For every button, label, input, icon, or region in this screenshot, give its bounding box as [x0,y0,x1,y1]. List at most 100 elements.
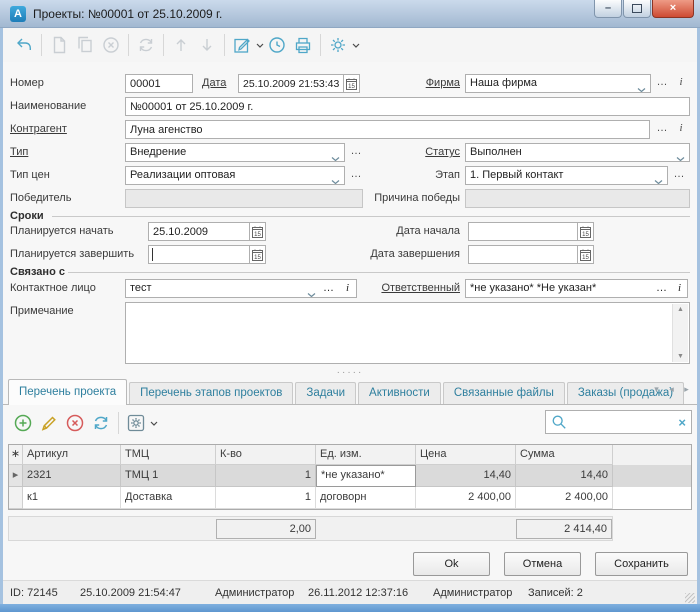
status-combo[interactable]: Выполнен [465,143,690,162]
cell-tmc[interactable]: ТМЦ 1 [121,465,216,487]
column-header-summa[interactable]: Сумма [516,445,613,465]
scroll-up-icon[interactable]: ▲ [673,306,688,313]
etap-ellipsis-button[interactable]: … [671,166,687,185]
tip-ellipsis-button[interactable]: … [348,143,364,162]
chevron-down-icon[interactable] [307,287,316,298]
save-button[interactable]: Сохранить [595,552,688,576]
scroll-down-icon[interactable]: ▼ [673,353,688,360]
dropdown-caret-icon[interactable] [352,43,360,48]
chevron-down-icon[interactable] [331,151,340,162]
grid-settings-button[interactable] [123,410,149,436]
splitter-handle[interactable]: ····· [0,369,700,377]
plan-end-field[interactable] [148,245,250,264]
date-start-field[interactable] [468,222,578,241]
search-box[interactable]: × [545,410,692,434]
resize-grip[interactable] [685,593,695,603]
search-clear-icon[interactable]: × [678,415,686,430]
column-header-kvo[interactable]: К-во [216,445,316,465]
history-button[interactable] [264,32,290,58]
close-button[interactable]: × [652,0,694,18]
delete-row-button[interactable] [62,410,88,436]
chevron-down-icon[interactable] [331,174,340,185]
tip-combo[interactable]: Внедрение [125,143,345,162]
label-tip-link[interactable]: Тип [10,143,28,161]
cell-kvo[interactable]: 1 [216,465,316,487]
date-end-field[interactable] [468,245,578,264]
cell-artikul[interactable]: 2321 [23,465,121,487]
tab-scroll-right-icon[interactable]: ▸ [679,382,694,396]
cell-cena[interactable]: 14,40 [416,465,516,487]
cell-kvo[interactable]: 1 [216,487,316,509]
cell-tmc[interactable]: Доставка [121,487,216,509]
kontakt-info-button[interactable]: i [346,280,349,297]
label-kontragent-link[interactable]: Контрагент [10,120,67,138]
label-status-link[interactable]: Статус [400,143,460,161]
nomer-field[interactable] [125,74,193,93]
back-button[interactable] [11,32,37,58]
tab-svyazannye-fayly[interactable]: Связанные файлы [443,382,565,404]
date-start-calendar-button[interactable]: 15 [577,222,594,241]
chevron-down-icon[interactable] [654,174,663,185]
cell-summa[interactable]: 14,40 [516,465,613,487]
naimenovanie-field[interactable] [125,97,690,116]
plan-start-field[interactable] [148,222,250,241]
firma-ellipsis-button[interactable]: … [654,74,670,93]
data-calendar-button[interactable]: 15 [343,74,360,93]
cell-ed-izm[interactable]: *не указано* [316,465,416,487]
dropdown-caret-icon[interactable] [256,43,264,48]
plan-start-calendar-button[interactable]: 15 [249,222,266,241]
label-data-link[interactable]: Дата [202,74,226,92]
data-field[interactable] [238,74,344,93]
tip-cen-ellipsis-button[interactable]: … [348,166,364,185]
cell-ed-izm[interactable]: договорн [316,487,416,509]
kontakt-ellipsis-button[interactable]: … [323,280,334,297]
column-header-ed-izm[interactable]: Ед. изм. [316,445,416,465]
plan-end-calendar-button[interactable]: 15 [249,245,266,264]
edit-row-button[interactable] [36,410,62,436]
refresh-grid-button[interactable] [88,410,114,436]
tab-list-icon[interactable]: ▾ [649,382,664,396]
cancel-button[interactable]: Отмена [504,552,581,576]
otvetstvennyy-info-button[interactable]: i [678,280,681,297]
tab-zadachi[interactable]: Задачи [295,382,356,404]
table-row[interactable]: ▸ 2321 ТМЦ 1 1 *не указано* 14,40 14,40 [9,465,691,487]
kontragent-info-button[interactable]: i [674,120,688,139]
cell-artikul[interactable]: к1 [23,487,121,509]
tab-perechen-proekta[interactable]: Перечень проекта [8,379,127,405]
add-row-button[interactable] [10,410,36,436]
column-header-cena[interactable]: Цена [416,445,516,465]
cell-cena[interactable]: 2 400,00 [416,487,516,509]
print-button[interactable] [290,32,316,58]
tab-scroll-left-icon[interactable]: ◂ [664,382,679,396]
edit-menu-button[interactable] [229,32,255,58]
kontragent-ellipsis-button[interactable]: … [654,120,670,139]
chevron-down-icon[interactable] [676,151,685,162]
date-end-calendar-button[interactable]: 15 [577,245,594,264]
primechanie-textarea[interactable]: ▲ ▼ [125,302,690,364]
maximize-button[interactable] [623,0,651,18]
column-header-artikul[interactable]: Артикул [23,445,121,465]
firma-combo[interactable]: Наша фирма [465,74,651,93]
ok-button[interactable]: Ok [413,552,490,576]
otvetstvennyy-combo[interactable]: *не указано* *Не указан* … i [465,279,688,298]
table-row[interactable]: к1 Доставка 1 договорн 2 400,00 2 400,00 [9,487,691,509]
label-otvetstvennyy-link[interactable]: Ответственный [368,279,460,297]
chevron-down-icon[interactable] [637,82,646,93]
otvetstvennyy-ellipsis-button[interactable]: … [656,280,667,297]
header-marker-cell[interactable]: ∗ [9,445,23,465]
firma-info-button[interactable]: i [674,74,688,93]
dropdown-caret-icon[interactable] [150,421,158,426]
search-input[interactable] [571,415,678,429]
kontragent-field[interactable] [125,120,650,139]
settings-button[interactable] [325,32,351,58]
scrollbar[interactable]: ▲ ▼ [672,304,688,362]
cell-summa[interactable]: 2 400,00 [516,487,613,509]
tab-perechen-etapov[interactable]: Перечень этапов проектов [129,382,293,404]
minimize-button[interactable]: – [594,0,622,18]
kontakt-combo[interactable]: тест … i [125,279,357,298]
tab-aktivnosti[interactable]: Активности [358,382,441,404]
label-firma-link[interactable]: Фирма [405,74,460,92]
etap-combo[interactable]: 1. Первый контакт [465,166,668,185]
column-header-tmc[interactable]: ТМЦ [121,445,216,465]
tip-cen-combo[interactable]: Реализации оптовая [125,166,345,185]
